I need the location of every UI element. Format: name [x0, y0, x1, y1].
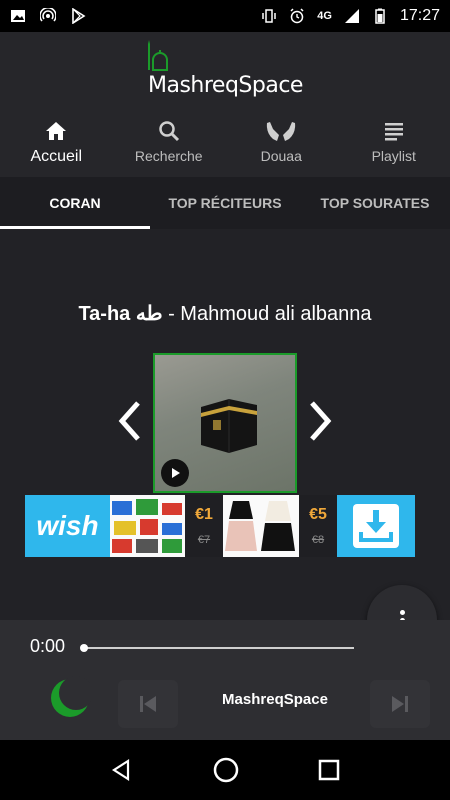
back-icon[interactable] [110, 758, 134, 782]
tab-top-reciteurs[interactable]: TOP RÉCITEURS [150, 177, 300, 229]
toy-trains-image [112, 499, 182, 553]
play-store-icon [72, 8, 86, 24]
ad-download-button[interactable] [337, 495, 415, 557]
nav-label: Accueil [30, 148, 83, 165]
home-icon [46, 122, 67, 140]
tab-bar: CORAN TOP RÉCITEURS TOP SOURATES [0, 177, 450, 229]
alarm-icon [290, 8, 304, 24]
title-separator: - [162, 303, 181, 325]
app-bar: MashreqSpace Accueil Recherche Douaa Pla… [0, 32, 450, 177]
nav-item-accueil[interactable]: Accueil [0, 116, 113, 176]
ad-price-1: €1 €7 [185, 495, 223, 557]
search-icon [159, 121, 179, 142]
nav-item-recherche[interactable]: Recherche [113, 116, 226, 176]
ad-product-dresses [223, 495, 299, 557]
praying-hands-icon [267, 122, 296, 141]
recents-icon[interactable] [318, 759, 340, 781]
ad-price-2: €5 €8 [299, 495, 337, 557]
tab-coran[interactable]: CORAN [0, 177, 150, 229]
ad-price-old: €8 [311, 534, 325, 546]
status-bar: 4G 17:27 [0, 0, 450, 32]
main-nav: Accueil Recherche Douaa Playlist [0, 116, 450, 176]
nav-item-playlist[interactable]: Playlist [338, 116, 450, 176]
album-cover[interactable] [153, 353, 297, 493]
elapsed-time: 0:00 [30, 636, 66, 656]
hotspot-icon [40, 8, 56, 22]
logo-text: MashreqSpace [148, 73, 303, 98]
skip-previous-icon [140, 696, 156, 712]
play-icon [172, 468, 180, 478]
next-arrow-icon[interactable] [306, 399, 334, 443]
wish-logo: wish [25, 495, 110, 557]
skip-next-icon [392, 696, 408, 712]
nav-label: Douaa [260, 148, 302, 164]
content-area: Ta-ha طه - Mahmoud ali albanna wish €1 €… [0, 229, 450, 620]
clock: 17:27 [399, 7, 440, 24]
home-circle-icon[interactable] [213, 757, 239, 783]
previous-track-button[interactable] [118, 680, 178, 728]
tab-top-sourates[interactable]: TOP SOURATES [300, 177, 450, 229]
previous-arrow-icon[interactable] [116, 399, 144, 443]
next-track-button[interactable] [370, 680, 430, 728]
ad-price-old: €7 [197, 534, 211, 546]
ad-price-new: €1 [195, 506, 213, 523]
nav-label: Playlist [371, 148, 416, 164]
battery-icon [375, 8, 385, 24]
download-icon [353, 504, 399, 548]
ad-price-new: €5 [309, 506, 327, 523]
ad-banner[interactable]: wish €1 €7 €5 €8 [25, 495, 425, 557]
surah-arabic-name: طه [135, 303, 163, 325]
kaaba-image [201, 399, 257, 453]
system-nav-bar [0, 740, 450, 800]
network-type: 4G [317, 10, 332, 22]
player-title: MashreqSpace [222, 691, 328, 708]
track-title: Ta-ha طه - Mahmoud ali albanna [0, 301, 450, 326]
dresses-image [225, 501, 295, 551]
more-dot [399, 609, 405, 615]
play-overlay-button[interactable] [161, 459, 189, 487]
crescent-logo-icon [51, 676, 92, 717]
mosque-logo-icon [148, 40, 168, 71]
nav-item-douaa[interactable]: Douaa [225, 116, 338, 176]
playlist-icon [384, 123, 403, 141]
app-logo: MashreqSpace [145, 40, 305, 102]
signal-icon [344, 9, 359, 23]
seek-knob[interactable] [80, 644, 88, 652]
mini-player: 0:00 MashreqSpace [0, 620, 450, 740]
image-notification-icon [11, 10, 25, 22]
nav-label: Recherche [134, 148, 203, 164]
seek-bar[interactable] [84, 647, 354, 649]
ad-product-trains [110, 495, 185, 557]
reciter-name: Mahmoud ali albanna [180, 303, 372, 325]
surah-name: Ta-ha [78, 303, 131, 325]
vibrate-icon [262, 9, 277, 23]
